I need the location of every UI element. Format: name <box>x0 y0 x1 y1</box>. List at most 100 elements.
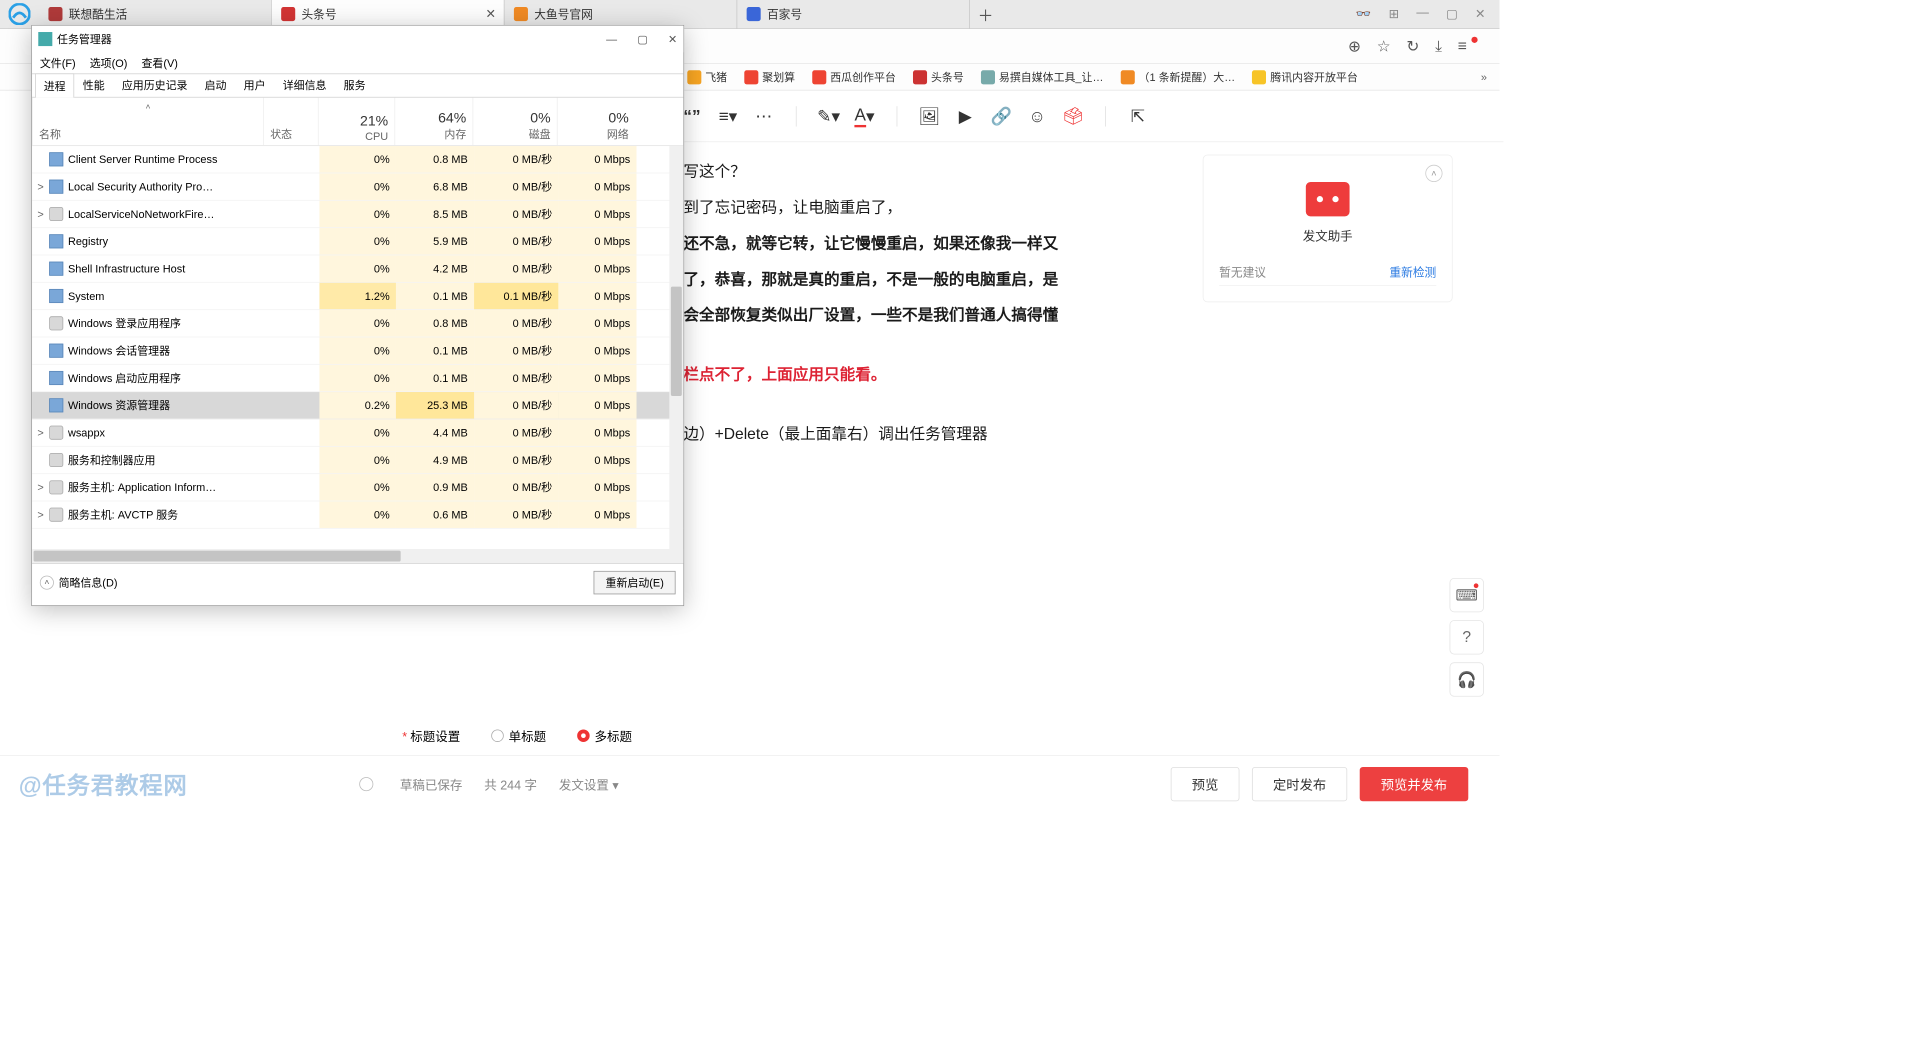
radio-multi-title[interactable]: 多标题 <box>577 726 632 745</box>
expand-icon[interactable]: > <box>32 180 49 192</box>
list-icon[interactable]: ≡▾ <box>719 107 736 124</box>
expand-icon[interactable]: > <box>32 426 49 438</box>
tm-column-headers[interactable]: ˄名称 状态 21%CPU 64%内存 0%磁盘 0%网络 <box>32 98 683 146</box>
video-icon[interactable]: ▶ <box>957 107 974 124</box>
editor-line[interactable]: 栏点不了，上面应用只能看。 <box>683 359 1152 390</box>
tm-tab[interactable]: 服务 <box>335 73 374 97</box>
radio-single-title[interactable]: 单标题 <box>491 726 546 745</box>
pin-icon[interactable]: ⊞ <box>1389 6 1399 22</box>
star-icon[interactable]: ☆ <box>1377 36 1391 56</box>
highlight-icon[interactable]: ✎▾ <box>820 107 837 124</box>
export-icon[interactable]: ⇱ <box>1129 107 1146 124</box>
new-tab-button[interactable]: ＋ <box>970 3 1001 26</box>
tm-restart-button[interactable]: 重新启动(E) <box>594 571 676 594</box>
expand-icon[interactable]: > <box>32 208 49 220</box>
tm-menu-item[interactable]: 文件(F) <box>40 55 76 71</box>
publish-settings[interactable]: 发文设置 ▾ <box>559 774 619 793</box>
editor-line[interactable]: 到了忘记密码，让电脑重启了， <box>683 192 1152 223</box>
editor-line[interactable]: 会全部恢复类似出厂设置，一些不是我们普通人搞得懂 <box>683 300 1152 331</box>
tab-close-icon[interactable]: ✕ <box>485 6 495 22</box>
schedule-button[interactable]: 定时发布 <box>1252 767 1347 801</box>
vote-icon[interactable]: 🗳 <box>1065 107 1082 124</box>
title-config-row: *标题设置 单标题 多标题 <box>355 726 1183 745</box>
tm-tab[interactable]: 详细信息 <box>274 73 335 97</box>
process-icon <box>49 207 63 221</box>
tm-minimize-icon[interactable]: — <box>606 32 617 45</box>
link-icon[interactable]: 🔗 <box>993 107 1010 124</box>
tm-hscrollbar[interactable] <box>32 549 683 563</box>
tm-process-row[interactable]: Registry0%5.9 MB0 MB/秒0 Mbps <box>32 228 683 255</box>
tm-process-row[interactable]: System1.2%0.1 MB0.1 MB/秒0 Mbps <box>32 283 683 310</box>
browser-tab[interactable]: 百家号 <box>737 0 970 29</box>
bookmark-item[interactable]: 飞猪 <box>687 69 727 85</box>
cpu-cell: 0% <box>319 501 396 528</box>
tm-vscrollbar[interactable] <box>669 146 683 549</box>
reload-icon[interactable]: ↻ <box>1406 36 1419 56</box>
tm-tab[interactable]: 启动 <box>196 73 235 97</box>
tab-label: 联想酷生活 <box>69 6 128 22</box>
tm-tab[interactable]: 用户 <box>235 73 274 97</box>
tm-close-icon[interactable]: ✕ <box>668 32 677 45</box>
maximize-icon[interactable]: ▢ <box>1446 6 1458 22</box>
bookmark-item[interactable]: （1 条新提醒）大… <box>1121 69 1236 85</box>
incognito-icon[interactable]: 👓 <box>1356 6 1372 22</box>
bookmark-item[interactable]: 聚划算 <box>744 69 795 85</box>
disk-cell: 0 MB/秒 <box>474 392 558 419</box>
tm-process-row[interactable]: Client Server Runtime Process0%0.8 MB0 M… <box>32 146 683 173</box>
editor-line[interactable]: 写这个？ <box>683 156 1152 187</box>
tm-process-row[interactable]: Windows 启动应用程序0%0.1 MB0 MB/秒0 Mbps <box>32 365 683 392</box>
more-format-icon[interactable]: ⋯ <box>755 107 772 124</box>
tm-tab[interactable]: 进程 <box>35 73 74 97</box>
bookmarks-more-icon[interactable]: » <box>1481 71 1487 83</box>
editor-line[interactable]: 了，恭喜，那就是真的重启，不是一般的电脑重启，是 <box>683 264 1152 295</box>
tm-brief-toggle[interactable]: ˄简略信息(D) <box>40 574 118 590</box>
tm-process-list[interactable]: Client Server Runtime Process0%0.8 MB0 M… <box>32 146 683 549</box>
preview-button[interactable]: 预览 <box>1171 767 1240 801</box>
add-bookmark-icon[interactable]: ⊕ <box>1348 36 1361 56</box>
tm-tab[interactable]: 应用历史记录 <box>113 73 196 97</box>
quote-icon[interactable]: “” <box>683 107 700 124</box>
bookmark-item[interactable]: 易撰自媒体工具_让… <box>981 69 1103 85</box>
sort-indicator-icon[interactable]: ˄ <box>145 102 150 111</box>
editor-line[interactable]: 还不急，就等它转，让它慢慢重启，如果还像我一样又 <box>683 228 1152 259</box>
bookmark-item[interactable]: 头条号 <box>913 69 964 85</box>
tm-process-row[interactable]: >服务主机: Application Inform…0%0.9 MB0 MB/秒… <box>32 474 683 501</box>
font-color-icon[interactable]: A▾ <box>856 107 873 124</box>
tm-process-row[interactable]: Windows 会话管理器0%0.1 MB0 MB/秒0 Mbps <box>32 337 683 364</box>
tm-process-row[interactable]: >服务主机: AVCTP 服务0%0.6 MB0 MB/秒0 Mbps <box>32 501 683 528</box>
minimize-icon[interactable]: — <box>1416 6 1428 22</box>
draft-saved-text: 草稿已保存 <box>400 774 462 793</box>
net-cell: 0 Mbps <box>558 310 636 337</box>
mem-cell: 0.8 MB <box>396 310 474 337</box>
tm-process-row[interactable]: Windows 资源管理器0.2%25.3 MB0 MB/秒0 Mbps <box>32 392 683 419</box>
tm-process-row[interactable]: >Local Security Authority Pro…0%6.8 MB0 … <box>32 173 683 200</box>
close-icon[interactable]: ✕ <box>1475 6 1485 22</box>
bookmark-item[interactable]: 西瓜创作平台 <box>812 69 896 85</box>
tm-maximize-icon[interactable]: ▢ <box>637 32 647 45</box>
tm-process-row[interactable]: Windows 登录应用程序0%0.8 MB0 MB/秒0 Mbps <box>32 310 683 337</box>
expand-icon[interactable]: > <box>32 481 49 493</box>
tm-process-row[interactable]: Shell Infrastructure Host0%4.2 MB0 MB/秒0… <box>32 255 683 282</box>
tm-process-row[interactable]: 服务和控制器应用0%4.9 MB0 MB/秒0 Mbps <box>32 447 683 474</box>
headset-icon[interactable]: 🎧 <box>1450 662 1484 696</box>
tm-process-row[interactable]: >wsappx0%4.4 MB0 MB/秒0 Mbps <box>32 419 683 446</box>
tm-tab[interactable]: 性能 <box>74 73 113 97</box>
collapse-icon[interactable]: ˄ <box>1425 165 1442 182</box>
emoji-icon[interactable]: ☺ <box>1029 107 1046 124</box>
tm-titlebar[interactable]: 任务管理器 — ▢ ✕ <box>32 26 683 53</box>
process-name: 服务主机: AVCTP 服务 <box>68 507 265 523</box>
tm-process-row[interactable]: >LocalServiceNoNetworkFire…0%8.5 MB0 MB/… <box>32 201 683 228</box>
editor-line[interactable]: 边）+Delete（最上面靠右）调出任务管理器 <box>683 419 1152 450</box>
bookmark-item[interactable]: 腾讯内容开放平台 <box>1252 69 1357 85</box>
help-icon[interactable]: ? <box>1450 620 1484 654</box>
download-icon[interactable]: ⤓ <box>1435 37 1442 55</box>
tm-menu-item[interactable]: 查看(V) <box>141 55 177 71</box>
expand-icon[interactable]: > <box>32 508 49 520</box>
menu-icon[interactable]: ≡ <box>1458 37 1467 55</box>
draft-check-icon <box>359 777 373 791</box>
tm-menu-item[interactable]: 选项(O) <box>90 55 128 71</box>
publish-button[interactable]: 预览并发布 <box>1360 767 1469 801</box>
image-icon[interactable]: 🖼 <box>921 107 938 124</box>
recheck-link[interactable]: 重新检测 <box>1389 264 1436 280</box>
keyboard-icon[interactable]: ⌨ <box>1450 578 1484 612</box>
